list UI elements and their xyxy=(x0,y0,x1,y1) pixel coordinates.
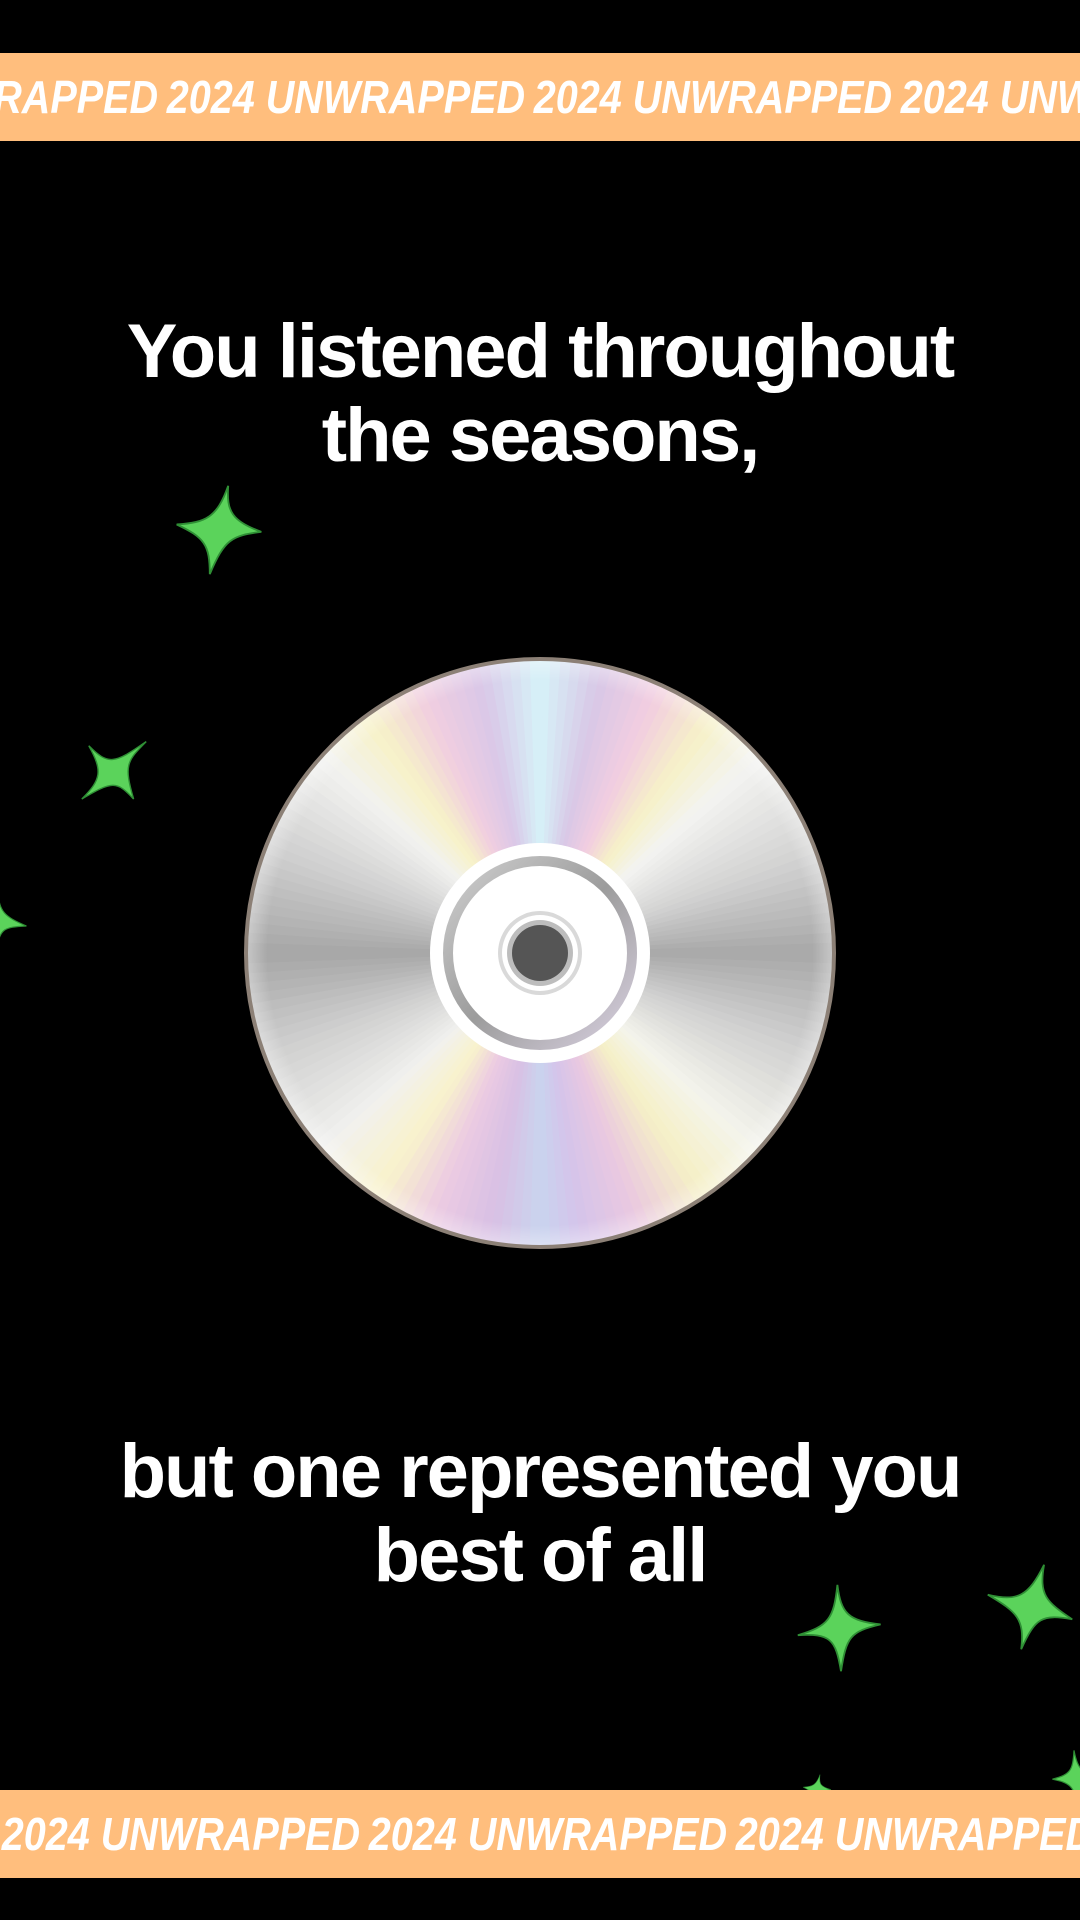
sparkle-icon xyxy=(81,741,147,800)
headline-bottom: but one represented you best of all xyxy=(60,1430,1020,1598)
banner-text: 2024 UNWRAPPED xyxy=(0,71,159,123)
compact-disc-graphic xyxy=(244,657,836,1249)
headline-top: You listened throughout the seasons, xyxy=(60,310,1020,478)
banner-track: 2024 UNWRAPPED 2024 UNWRAPPED 2024 UNWRA… xyxy=(0,53,1080,141)
banner-text: 2024 UNWRAPPED xyxy=(533,71,893,123)
banner-text: 2024 UNWRAPPED xyxy=(368,1808,728,1860)
headline-bottom-line2: best of all xyxy=(373,1513,709,1598)
banner-text: 2024 UNWRAPPED xyxy=(166,71,526,123)
banner-text: 2024 UNWRAPPED xyxy=(735,1808,1080,1860)
banner-text: 2024 UNWRAPPED xyxy=(1,1808,361,1860)
bottom-banner: 2024 UNWRAPPED 2024 UNWRAPPED 2024 UNWRA… xyxy=(0,1790,1080,1878)
compact-disc-icon xyxy=(242,655,838,1251)
headline-top-line1: You listened throughout xyxy=(126,309,955,394)
story-screen: 2024 UNWRAPPED 2024 UNWRAPPED 2024 UNWRA… xyxy=(0,0,1080,1920)
banner-text: 2024 UNWRAPPED xyxy=(900,71,1080,123)
disc-center-hole xyxy=(512,925,568,981)
banner-track: 2024 UNWRAPPED 2024 UNWRAPPED 2024 UNWRA… xyxy=(0,1790,1080,1878)
headline-bottom-line1: but one represented you xyxy=(119,1429,963,1514)
top-banner: 2024 UNWRAPPED 2024 UNWRAPPED 2024 UNWRA… xyxy=(0,53,1080,141)
headline-top-line2: the seasons, xyxy=(321,393,760,478)
sparkle-icon xyxy=(176,485,262,575)
sparkle-icon xyxy=(0,902,27,938)
